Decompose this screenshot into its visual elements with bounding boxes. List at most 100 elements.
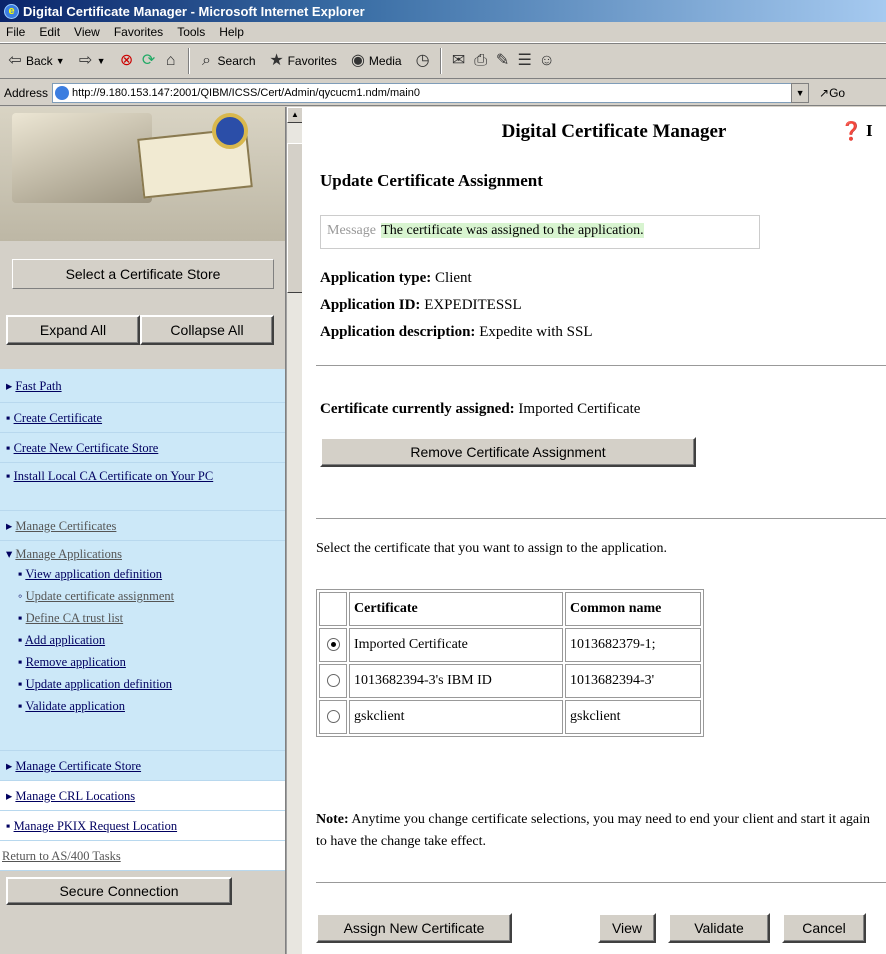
nav-create-certificate[interactable]: ▪ Create Certificate <box>0 403 285 433</box>
message-box: Message The certificate was assigned to … <box>320 215 760 249</box>
nav-return[interactable]: Return to AS/400 Tasks <box>0 841 285 871</box>
sub-add-app[interactable]: ▪ Add application <box>6 629 280 651</box>
sub-define-ca-trust[interactable]: ▪ Define CA trust list <box>6 607 280 629</box>
header-certificate: Certificate <box>349 592 563 626</box>
radio-select-row-3[interactable] <box>326 710 340 724</box>
header-common-name: Common name <box>565 592 701 626</box>
nav-manage-crl[interactable]: ▸ Manage CRL Locations <box>0 781 285 811</box>
app-desc-row: Application description: Expedite with S… <box>320 324 593 340</box>
sub-remove-app[interactable]: ▪ Remove application <box>6 651 280 673</box>
ribbon-seal-icon <box>212 113 248 149</box>
stop-icon[interactable]: ⊗ <box>116 50 138 72</box>
remove-assignment-button[interactable]: Remove Certificate Assignment <box>320 437 696 467</box>
bullet-icon: ▪ <box>18 567 23 581</box>
mail-icon[interactable]: ✉ <box>448 50 470 72</box>
table-header-row: Certificate Common name <box>319 592 701 626</box>
message-text: The certificate was assigned to the appl… <box>381 223 644 238</box>
page-icon <box>55 85 70 100</box>
messenger-icon[interactable]: ☺ <box>536 50 558 72</box>
nav-fast-path[interactable]: ▸ Fast Path <box>0 369 285 403</box>
expand-all-button[interactable]: Expand All <box>6 315 140 345</box>
scroll-thumb[interactable] <box>287 143 303 293</box>
sub-update-cert-assign[interactable]: ◦ Update certificate assignment <box>6 585 280 607</box>
navigation-scrollbar[interactable]: ▲ <box>286 107 303 954</box>
search-icon: ⌕ <box>202 52 212 69</box>
back-dropdown-icon: ▼ <box>55 56 65 66</box>
sub-view-app-def[interactable]: ▪ View application definition <box>6 563 280 585</box>
collapse-arrow-icon: ▾ <box>6 547 13 561</box>
divider <box>316 365 886 366</box>
home-icon[interactable]: ⌂ <box>160 50 182 72</box>
bullet-icon: ▪ <box>18 611 23 625</box>
refresh-icon[interactable]: ⟳ <box>138 50 160 72</box>
information-icon[interactable]: I <box>866 121 873 141</box>
select-store-button[interactable]: Select a Certificate Store <box>12 259 274 289</box>
address-input[interactable]: http://9.180.153.147:2001/QIBM/ICSS/Cert… <box>52 82 793 103</box>
address-dropdown-icon[interactable]: ▼ <box>791 82 810 103</box>
message-label: Message <box>327 223 376 238</box>
menu-file[interactable]: File <box>6 25 25 39</box>
menu-tools[interactable]: Tools <box>177 25 205 39</box>
sub-update-app-def[interactable]: ▪ Update application definition <box>6 673 280 695</box>
favorites-button[interactable]: ★ Favorites <box>266 50 337 72</box>
menu-edit[interactable]: Edit <box>39 25 60 39</box>
computer-image <box>12 113 152 203</box>
bullet-icon: ▪ <box>18 655 23 669</box>
bullet-icon: ◦ <box>18 589 23 603</box>
cell-certificate: Imported Certificate <box>349 628 563 662</box>
expand-arrow-icon: ▸ <box>6 519 13 533</box>
scroll-up-icon[interactable]: ▲ <box>287 107 303 123</box>
bullet-icon: ▪ <box>6 441 11 455</box>
toolbar-separator <box>187 48 190 74</box>
menu-bar: File Edit View Favorites Tools Help <box>0 22 886 43</box>
expand-arrow-icon: ▸ <box>6 789 13 803</box>
sub-validate-app[interactable]: ▪ Validate application <box>6 695 280 717</box>
forward-button[interactable]: ⇨ ▼ <box>75 50 106 72</box>
bullet-icon: ▪ <box>6 411 11 425</box>
radio-select-row-2[interactable] <box>326 674 340 688</box>
expand-arrow-icon: ▸ <box>6 379 13 393</box>
forward-arrow-icon: ⇨ <box>78 52 93 69</box>
toolbar: ⇦ Back ▼ ⇨ ▼ ⊗ ⟳ ⌂ ⌕ Search ★ Favorites … <box>0 43 886 79</box>
search-button[interactable]: ⌕ Search <box>196 50 256 72</box>
view-button[interactable]: View <box>598 913 656 943</box>
bullet-icon: ▪ <box>6 469 11 483</box>
discuss-icon[interactable]: ☰ <box>514 50 536 72</box>
cell-common-name: 1013682379-1; <box>565 628 701 662</box>
forward-dropdown-icon: ▼ <box>96 56 106 66</box>
print-icon[interactable]: ⎙ <box>470 50 492 72</box>
assign-new-certificate-button[interactable]: Assign New Certificate <box>316 913 512 943</box>
table-row: Imported Certificate 1013682379-1; <box>319 628 701 662</box>
back-button[interactable]: ⇦ Back ▼ <box>4 50 65 72</box>
expand-arrow-icon: ▸ <box>6 759 13 773</box>
nav-manage-certificates[interactable]: ▸ Manage Certificates <box>0 511 285 541</box>
cell-certificate: gskclient <box>349 700 563 734</box>
header-select <box>319 592 347 626</box>
address-url: http://9.180.153.147:2001/QIBM/ICSS/Cert… <box>72 86 420 99</box>
divider <box>316 882 886 883</box>
menu-view[interactable]: View <box>74 25 100 39</box>
select-instructions: Select the certificate that you want to … <box>316 541 668 556</box>
collapse-all-button[interactable]: Collapse All <box>140 315 274 345</box>
edit-icon[interactable]: ✎ <box>492 50 514 72</box>
certificate-table: Certificate Common name Imported Certifi… <box>316 589 704 737</box>
cell-common-name: gskclient <box>565 700 701 734</box>
table-row: gskclient gskclient <box>319 700 701 734</box>
secure-connection-button[interactable]: Secure Connection <box>6 877 232 905</box>
help-icon[interactable]: ❓ <box>840 121 862 142</box>
radio-select-row-1[interactable] <box>326 638 340 652</box>
history-icon[interactable]: ◷ <box>412 50 434 72</box>
nav-create-store[interactable]: ▪ Create New Certificate Store <box>0 433 285 463</box>
nav-manage-store[interactable]: ▸ Manage Certificate Store <box>0 751 285 781</box>
bullet-icon: ▪ <box>18 699 23 713</box>
media-button[interactable]: ◉ Media <box>347 50 402 72</box>
nav-manage-pkix[interactable]: ▪ Manage PKIX Request Location <box>0 811 285 841</box>
bullet-icon: ▪ <box>18 633 23 647</box>
menu-favorites[interactable]: Favorites <box>114 25 163 39</box>
go-button[interactable]: ↗Go <box>819 86 845 100</box>
cell-common-name: 1013682394-3' <box>565 664 701 698</box>
cancel-button[interactable]: Cancel <box>782 913 866 943</box>
validate-button[interactable]: Validate <box>668 913 770 943</box>
menu-help[interactable]: Help <box>219 25 244 39</box>
nav-install-ca[interactable]: ▪ Install Local CA Certificate on Your P… <box>0 463 285 511</box>
